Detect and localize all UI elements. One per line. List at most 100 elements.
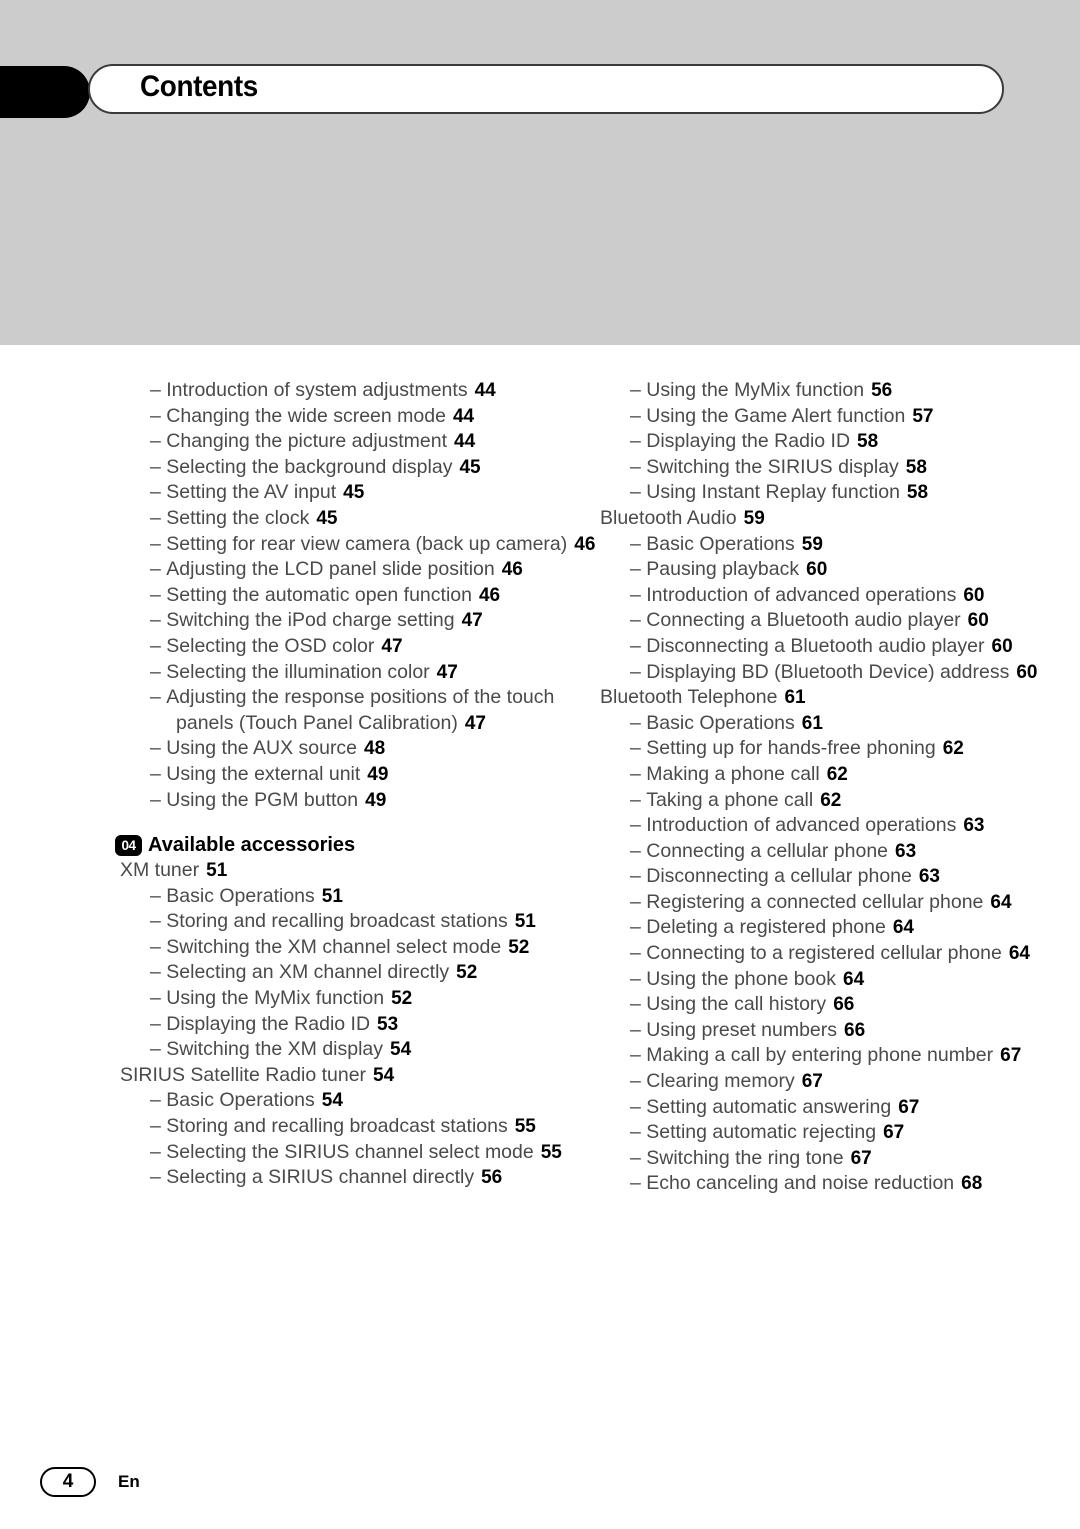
dash-bullet-icon: – (150, 737, 167, 760)
toc-entry-sub[interactable]: – Using the AUX source 48 (120, 736, 600, 762)
toc-entry-sub[interactable]: – Displaying the Radio ID 58 (600, 429, 1080, 455)
toc-entry-label: Setting for rear view camera (back up ca… (166, 532, 568, 555)
toc-entry-sub[interactable]: – Connecting to a registered cellular ph… (600, 941, 1080, 967)
toc-entry-sub[interactable]: – Adjusting the response positions of th… (120, 685, 600, 736)
page-footer: 4 En (40, 1467, 140, 1497)
toc-entry-page-number: 51 (321, 885, 343, 907)
toc-entry-page-number: 67 (850, 1147, 872, 1169)
toc-entry-sub[interactable]: – Deleting a registered phone 64 (600, 915, 1080, 941)
dash-bullet-icon: – (150, 1089, 167, 1112)
toc-entry-sub[interactable]: – Pausing playback 60 (600, 557, 1080, 583)
toc-entry-sub[interactable]: – Setting for rear view camera (back up … (120, 532, 600, 558)
toc-entry-sub[interactable]: – Basic Operations 54 (120, 1088, 600, 1114)
toc-columns: – Introduction of system adjustments 44– … (0, 378, 1080, 1197)
toc-entry-sub[interactable]: – Connecting a Bluetooth audio player 60 (600, 608, 1080, 634)
toc-entry-sub[interactable]: – Selecting an XM channel directly 52 (120, 960, 600, 986)
toc-entry-sub[interactable]: – Selecting the OSD color 47 (120, 634, 600, 660)
toc-entry-page-number: 67 (883, 1122, 905, 1144)
toc-entry-sub[interactable]: – Basic Operations 51 (120, 884, 600, 910)
toc-entry-sub[interactable]: – Making a phone call 62 (600, 762, 1080, 788)
toc-entry-label: Switching the iPod charge setting (166, 609, 455, 632)
toc-entry-sub[interactable]: – Using Instant Replay function 58 (600, 480, 1080, 506)
toc-entry-sub[interactable]: – Selecting a SIRIUS channel directly 56 (120, 1165, 600, 1191)
dash-bullet-icon: – (150, 506, 167, 529)
toc-entry-section[interactable]: SIRIUS Satellite Radio tuner 54 (120, 1063, 600, 1089)
toc-entry-sub[interactable]: – Changing the wide screen mode 44 (120, 404, 600, 430)
toc-entry-label: Setting the automatic open function (166, 583, 472, 606)
toc-entry-sub[interactable]: – Displaying the Radio ID 53 (120, 1012, 600, 1038)
toc-entry-sub[interactable]: – Setting the automatic open function 46 (120, 583, 600, 609)
toc-entry-sub[interactable]: – Setting up for hands-free phoning 62 (600, 736, 1080, 762)
toc-entry-page-number: 56 (871, 380, 893, 401)
dash-bullet-icon: – (630, 1070, 647, 1093)
toc-column-left: – Introduction of system adjustments 44– … (115, 378, 600, 1197)
toc-entry-section[interactable]: Bluetooth Telephone 61 (600, 685, 1080, 711)
toc-entry-sub[interactable]: – Switching the XM display 54 (120, 1037, 600, 1063)
toc-entry-page-number: 60 (991, 635, 1013, 657)
toc-entry-page-number: 61 (784, 687, 806, 709)
toc-entry-sub[interactable]: – Using the phone book 64 (600, 967, 1080, 993)
toc-entry-page-number: 64 (1008, 943, 1030, 965)
toc-entry-section[interactable]: XM tuner 51 (120, 858, 600, 884)
toc-entry-sub[interactable]: – Switching the SIRIUS display 58 (600, 455, 1080, 481)
toc-entry-label: Selecting the background display (166, 455, 453, 478)
toc-entry-sub[interactable]: – Using the Game Alert function 57 (600, 404, 1080, 430)
dash-bullet-icon: – (630, 532, 647, 555)
toc-entry-page-number: 48 (364, 738, 386, 760)
toc-entry-sub[interactable]: – Adjusting the LCD panel slide position… (120, 557, 600, 583)
toc-entry-sub[interactable]: – Setting automatic rejecting 67 (600, 1120, 1080, 1146)
chapter-tab-marker (0, 66, 90, 118)
toc-entry-sub[interactable]: – Basic Operations 59 (600, 532, 1080, 558)
toc-entry-sub[interactable]: – Selecting the illumination color 47 (120, 660, 600, 686)
toc-entry-sub[interactable]: – Basic Operations 61 (600, 711, 1080, 737)
toc-entry-sub[interactable]: – Using the call history 66 (600, 992, 1080, 1018)
toc-entry-label: Using the AUX source (166, 737, 358, 760)
toc-entry-sub[interactable]: – Using the PGM button 49 (120, 788, 600, 814)
toc-entry-page-number: 54 (390, 1039, 412, 1061)
toc-entry-page-number: 60 (963, 584, 985, 606)
toc-entry-sub[interactable]: – Switching the XM channel select mode 52 (120, 935, 600, 961)
toc-entry-label: Taking a phone call (646, 788, 814, 811)
toc-entry-page-number: 46 (501, 559, 523, 581)
toc-entry-sub[interactable]: – Using the MyMix function 52 (120, 986, 600, 1012)
toc-entry-sub[interactable]: – Disconnecting a cellular phone 63 (600, 864, 1080, 890)
toc-entry-sub[interactable]: – Setting the AV input 45 (120, 480, 600, 506)
toc-entry-sub[interactable]: – Introduction of system adjustments 44 (120, 378, 600, 404)
toc-entry-sub[interactable]: – Storing and recalling broadcast statio… (120, 909, 600, 935)
toc-entry-sub[interactable]: – Taking a phone call 62 (600, 788, 1080, 814)
toc-entry-label: Using preset numbers (646, 1018, 838, 1041)
toc-entry-sub[interactable]: – Introduction of advanced operations 60 (600, 583, 1080, 609)
toc-entry-sub[interactable]: – Registering a connected cellular phone… (600, 890, 1080, 916)
toc-entry-sub[interactable]: – Changing the picture adjustment 44 (120, 429, 600, 455)
dash-bullet-icon: – (150, 404, 167, 427)
toc-list-right: – Using the MyMix function 56– Using the … (600, 378, 1080, 1197)
toc-entry-page-number: 60 (1016, 661, 1038, 683)
toc-entry-sub[interactable]: – Using the external unit 49 (120, 762, 600, 788)
toc-entry-sub[interactable]: – Connecting a cellular phone 63 (600, 839, 1080, 865)
toc-entry-label: Selecting the SIRIUS channel select mode (166, 1140, 534, 1163)
toc-entry-sub[interactable]: – Selecting the background display 45 (120, 455, 600, 481)
toc-entry-sub[interactable]: – Selecting the SIRIUS channel select mo… (120, 1140, 600, 1166)
toc-entry-sub[interactable]: – Using the MyMix function 56 (600, 378, 1080, 404)
toc-entry-page-number: 67 (801, 1071, 823, 1093)
toc-entry-label: Selecting a SIRIUS channel directly (166, 1166, 475, 1189)
toc-entry-sub[interactable]: – Disconnecting a Bluetooth audio player… (600, 634, 1080, 660)
toc-entry-sub[interactable]: – Setting automatic answering 67 (600, 1095, 1080, 1121)
toc-entry-label: Setting automatic answering (646, 1095, 892, 1118)
toc-entry-sub[interactable]: – Introduction of advanced operations 63 (600, 813, 1080, 839)
toc-entry-sub[interactable]: – Clearing memory 67 (600, 1069, 1080, 1095)
dash-bullet-icon: – (630, 1044, 647, 1067)
toc-entry-sub[interactable]: – Making a call by entering phone number… (600, 1043, 1080, 1069)
toc-entry-sub[interactable]: – Setting the clock 45 (120, 506, 600, 532)
toc-entry-sub[interactable]: – Switching the iPod charge setting 47 (120, 608, 600, 634)
toc-entry-section[interactable]: Bluetooth Audio 59 (600, 506, 1080, 532)
toc-entry-page-number: 46 (574, 533, 596, 555)
toc-entry-sub[interactable]: – Displaying BD (Bluetooth Device) addre… (600, 660, 1080, 686)
toc-entry-sub[interactable]: – Switching the ring tone 67 (600, 1146, 1080, 1172)
toc-entry-sub[interactable]: – Using preset numbers 66 (600, 1018, 1080, 1044)
toc-entry-sub[interactable]: – Echo canceling and noise reduction 68 (600, 1171, 1080, 1197)
toc-entry-page-number: 52 (456, 962, 478, 984)
toc-entry-page-number: 66 (844, 1019, 866, 1041)
toc-entry-label: Displaying the Radio ID (646, 430, 851, 453)
toc-entry-sub[interactable]: – Storing and recalling broadcast statio… (120, 1114, 600, 1140)
